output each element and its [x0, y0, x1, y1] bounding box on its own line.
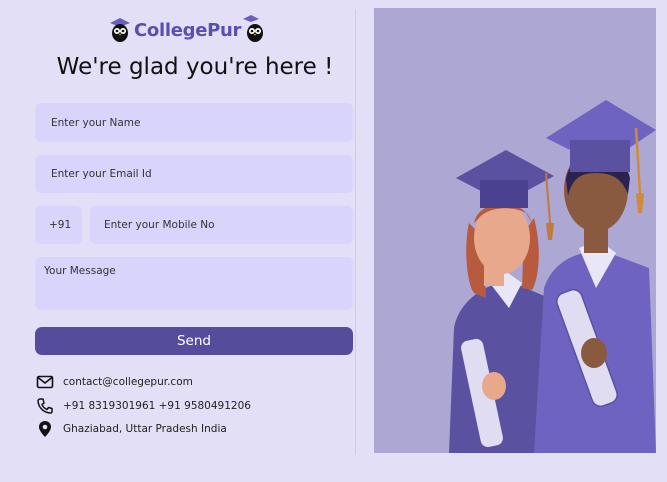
name-input[interactable]: Enter your Name: [35, 103, 353, 142]
message-textarea[interactable]: Your Message: [35, 257, 353, 310]
owl-mascot-icon: [243, 15, 264, 42]
contact-address-row: Ghaziabad, Uttar Pradesh India: [36, 420, 227, 438]
mobile-input[interactable]: Enter your Mobile No: [90, 206, 353, 244]
send-button[interactable]: Send: [35, 327, 353, 355]
contact-panel: CollegePur We're glad you're here ! Ente…: [0, 0, 356, 482]
contact-email-row: contact@collegepur.com: [36, 373, 193, 391]
country-code-field[interactable]: +91: [35, 206, 82, 244]
page-title: We're glad you're here !: [56, 54, 334, 80]
brand-logo[interactable]: CollegePur: [108, 12, 267, 48]
mail-icon: [36, 375, 54, 389]
contact-phone[interactable]: +91 8319301961 +91 9580491206: [63, 400, 251, 412]
phone-icon: [37, 398, 53, 414]
location-pin-icon: [39, 421, 51, 437]
contact-address: Ghaziabad, Uttar Pradesh India: [63, 423, 227, 435]
contact-phone-row: +91 8319301961 +91 9580491206: [36, 397, 251, 415]
owl-mascot-icon: [110, 18, 130, 42]
brand-name: CollegePur: [134, 19, 242, 41]
vertical-divider: [355, 10, 356, 455]
graduates-image: [449, 100, 656, 453]
email-input[interactable]: Enter your Email Id: [35, 155, 353, 193]
graduates-illustration: [374, 8, 656, 453]
contact-email[interactable]: contact@collegepur.com: [63, 376, 193, 388]
